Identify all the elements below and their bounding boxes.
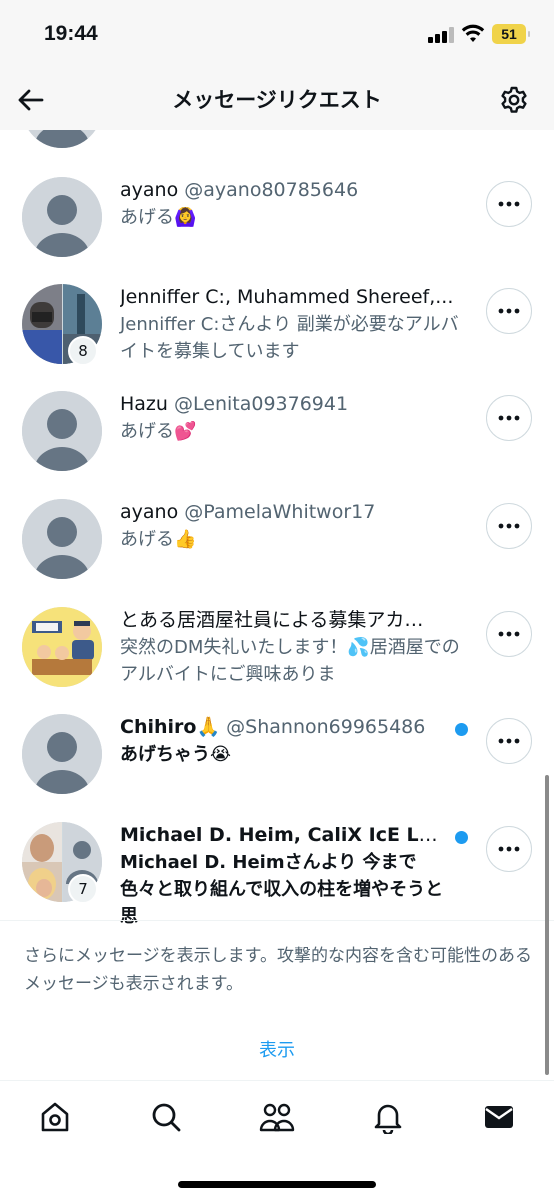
tab-messages[interactable] [479, 1097, 519, 1137]
avatar[interactable] [22, 499, 102, 579]
sender-name: ayano [120, 501, 179, 523]
more-options-button[interactable] [486, 718, 532, 764]
settings-button[interactable] [496, 82, 532, 118]
message-preview: あげる🙆‍♀️ [120, 207, 197, 228]
tab-communities[interactable] [257, 1097, 297, 1137]
default-avatar-icon [22, 714, 102, 794]
more-dots-icon [498, 523, 520, 529]
divider [0, 920, 554, 921]
message-preview: Jenniffer C:さんより 副業が必要なアルバイトを募集しています [120, 314, 459, 362]
avatar[interactable] [22, 607, 102, 687]
page-title: メッセージリクエスト [172, 88, 382, 112]
notifications-icon [374, 1104, 402, 1134]
tab-notifications[interactable] [368, 1097, 408, 1137]
more-options-button[interactable] [486, 826, 532, 872]
wifi-icon [461, 24, 485, 42]
search-icon [152, 1103, 181, 1132]
more-dots-icon [498, 201, 520, 207]
group-member-count: 7 [68, 874, 98, 904]
message-request-row[interactable]: 8 Jenniffer C:, Muhammed Shereef,... Jen… [0, 284, 554, 392]
sender-name: Michael D. Heim, CaliX IcE La... [120, 824, 450, 846]
sender-handle: @PamelaWhitwor17 [184, 501, 376, 523]
unread-indicator [455, 723, 468, 736]
default-avatar-icon [22, 391, 102, 471]
battery-indicator: 51 [492, 24, 530, 44]
default-avatar-icon [22, 499, 102, 579]
default-avatar-icon [22, 130, 102, 148]
more-dots-icon [498, 738, 520, 744]
message-request-row[interactable]: 7 Michael D. Heim, CaliX IcE La... Micha… [0, 822, 554, 930]
header: メッセージリクエスト [0, 70, 554, 130]
more-dots-icon [498, 631, 520, 637]
message-preview: あげちゃう😭 [120, 744, 232, 765]
home-indicator [178, 1181, 376, 1188]
unread-indicator [455, 831, 468, 844]
default-avatar-icon [22, 177, 102, 257]
avatar[interactable] [22, 714, 102, 794]
show-more-link[interactable]: 表示 [0, 1036, 554, 1062]
signal-icon [428, 27, 454, 43]
more-options-button[interactable] [486, 288, 532, 334]
group-member-count: 8 [68, 336, 98, 366]
sender-name: とある居酒屋社員による募集アカ… [120, 609, 424, 631]
bottom-tab-bar [0, 1080, 554, 1200]
sender-name: Chihiro🙏 [120, 716, 221, 738]
more-dots-icon [498, 846, 520, 852]
sender-name: Hazu [120, 393, 168, 415]
scrollbar[interactable] [545, 775, 549, 1075]
message-preview: 突然のDM失礼いたします！💦居酒屋でのアルバイトにご興味ありま [120, 637, 460, 685]
battery-level: 51 [501, 26, 517, 42]
message-request-row[interactable]: Hazu @Lenita09376941 あげる💕 [0, 391, 554, 499]
more-options-button[interactable] [486, 611, 532, 657]
tab-search[interactable] [146, 1097, 186, 1137]
more-dots-icon [498, 308, 520, 314]
sender-handle: @ayano80785646 [184, 179, 359, 201]
more-dots-icon [498, 415, 520, 421]
sender-handle: @Lenita09376941 [174, 393, 349, 415]
message-request-row[interactable]: ayano @PamelaWhitwor17 あげる👍 [0, 499, 554, 607]
izakaya-avatar-image [22, 607, 102, 687]
sender-handle: @Shannon69965486 [226, 716, 426, 738]
message-preview: あげる💕 [120, 421, 197, 442]
more-options-button[interactable] [486, 181, 532, 227]
message-request-row[interactable]: とある居酒屋社員による募集アカ… 突然のDM失礼いたします！💦居酒屋でのアルバイ… [0, 607, 554, 715]
gear-icon [501, 86, 527, 113]
more-messages-notice: さらにメッセージを表示します。攻撃的な内容を含む可能性のあるメッセージも表示され… [24, 946, 532, 994]
message-request-list[interactable]: ayano @ayano80785646 あげる🙆‍♀️ 8 Jenniffer… [0, 130, 554, 1080]
avatar[interactable] [22, 130, 102, 148]
sender-name: Jenniffer C:, Muhammed Shereef,... [120, 286, 454, 308]
message-request-row[interactable]: ayano @ayano80785646 あげる🙆‍♀️ [0, 177, 554, 285]
message-preview: あげる👍 [120, 529, 197, 550]
sender-name: ayano [120, 179, 179, 201]
more-options-button[interactable] [486, 395, 532, 441]
status-bar: 19:44 51 [0, 0, 554, 70]
messages-icon [485, 1106, 513, 1128]
message-preview: Michael D. Heimさんより 今まで色々と取り組んで収入の柱を増やそう… [120, 852, 444, 927]
tab-home[interactable] [35, 1097, 75, 1137]
avatar[interactable] [22, 177, 102, 257]
message-request-row[interactable]: Chihiro🙏 @Shannon69965486 あげちゃう😭 [0, 714, 554, 822]
avatar[interactable] [22, 391, 102, 471]
communities-icon [259, 1103, 295, 1132]
more-options-button[interactable] [486, 503, 532, 549]
home-icon [41, 1102, 69, 1132]
status-time: 19:44 [44, 22, 98, 45]
